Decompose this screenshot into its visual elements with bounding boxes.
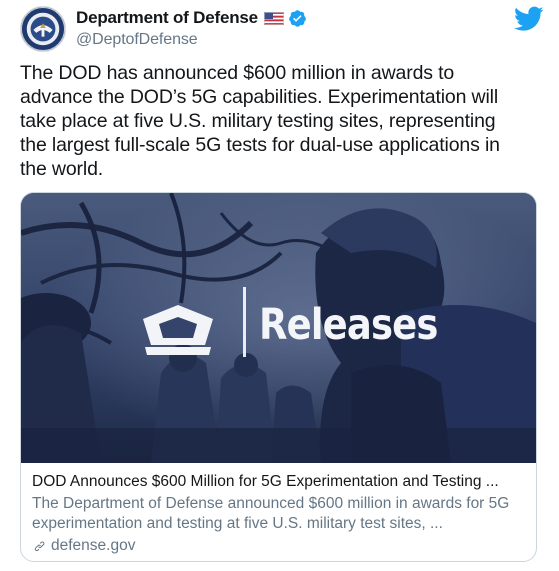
pentagon-logo-icon xyxy=(143,305,213,355)
link-icon xyxy=(34,541,45,552)
dod-seal-icon xyxy=(21,7,65,51)
tweet-card[interactable]: Department of Defense @DeptofDefense The… xyxy=(0,0,559,571)
card-description: The Department of Defense announced $600… xyxy=(32,495,510,532)
card-domain-text[interactable]: defense.gov xyxy=(51,536,135,556)
releases-label: Releases xyxy=(259,300,438,350)
card-body[interactable]: DOD Announces $600 Million for 5G Experi… xyxy=(32,472,527,556)
display-name[interactable]: Department of Defense xyxy=(76,8,258,28)
card-image[interactable]: Releases xyxy=(21,193,536,463)
logo-divider xyxy=(243,287,246,357)
avatar[interactable] xyxy=(20,6,66,52)
tweet-text: The DOD has announced $600 million in aw… xyxy=(20,62,500,180)
card-title[interactable]: DOD Announces $600 Million for 5G Experi… xyxy=(32,472,527,492)
twitter-bird-icon[interactable] xyxy=(514,6,544,32)
card-domain[interactable]: defense.gov xyxy=(32,536,527,556)
account-names: Department of Defense @DeptofDefense xyxy=(76,8,307,49)
link-preview-card[interactable]: Releases DOD Announces $600 Million for … xyxy=(20,192,537,562)
display-name-row: Department of Defense xyxy=(76,8,307,28)
tweet-header: Department of Defense @DeptofDefense xyxy=(20,6,544,52)
us-flag-icon xyxy=(263,11,284,25)
account-handle[interactable]: @DeptofDefense xyxy=(76,31,307,49)
verified-badge-icon xyxy=(289,9,306,27)
